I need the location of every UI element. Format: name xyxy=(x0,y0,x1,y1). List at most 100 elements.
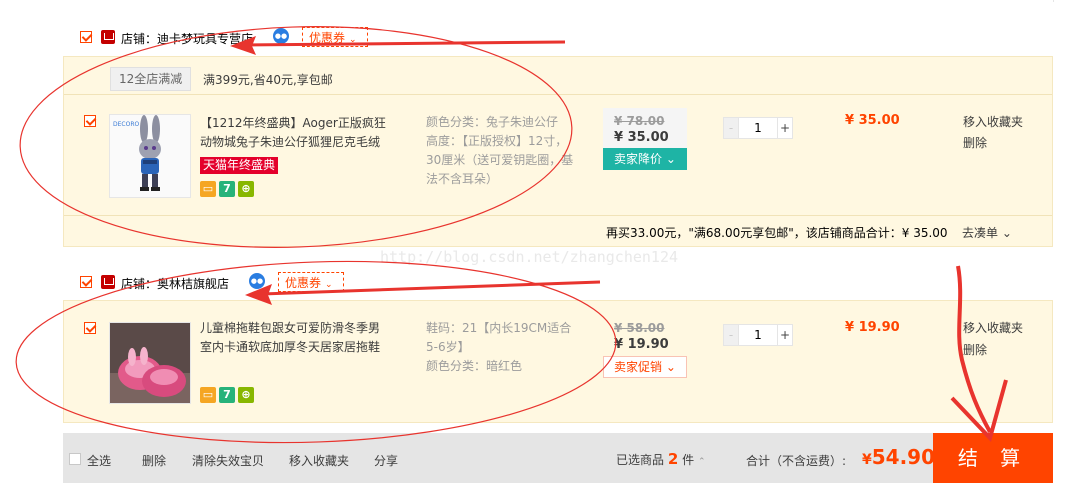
product-title[interactable]: 儿童棉拖鞋包跟女可爱防滑冬季男 室内卡通软底加厚冬天居家居拖鞋 xyxy=(200,319,380,357)
move-to-favorites-link[interactable]: 移入收藏夹 xyxy=(963,318,1023,338)
chevron-down-icon: ⌄ xyxy=(349,35,357,45)
wangwang-icon[interactable]: ●● xyxy=(273,28,289,44)
promotion-badge[interactable]: 卖家促销 ⌄ xyxy=(603,356,687,378)
service-icons: ▭ 7 ⊕ xyxy=(200,387,257,403)
share-link[interactable]: 分享 xyxy=(374,452,398,469)
store-header: 店铺：奥林桔旗舰店 xyxy=(121,275,229,292)
promo-text: 满399元,省40元,享包邮 xyxy=(203,73,333,87)
coupon-label: 优惠券 xyxy=(309,31,346,45)
sku-line: 30厘米（送可爱钥匙圈，基 xyxy=(426,153,574,167)
current-price: ¥ 19.90 xyxy=(614,337,669,352)
store-checkbox[interactable] xyxy=(80,276,92,288)
decrease-button[interactable]: - xyxy=(723,117,739,139)
total-currency: ¥ xyxy=(862,452,872,468)
quantity-stepper: - 1 + xyxy=(723,117,793,139)
seven-day-return-icon: 7 xyxy=(219,181,235,197)
sku-line: 高度：【正版授权】12寸， xyxy=(426,134,568,148)
move-to-favorites-bulk-link[interactable]: 移入收藏夹 xyxy=(289,452,349,469)
coupon-button[interactable]: 优惠券 ⌄ xyxy=(302,27,368,47)
product-title-line: 室内卡通软底加厚冬天居家居拖鞋 xyxy=(200,340,381,354)
delete-link[interactable]: 删除 xyxy=(963,340,987,360)
clear-invalid-link[interactable]: 清除失效宝贝 xyxy=(192,452,264,469)
chevron-down-icon: ⌄ xyxy=(665,360,676,374)
chevron-down-icon: ⌄ xyxy=(665,152,676,166)
sku-line: 5-6岁】 xyxy=(426,340,470,354)
sku-info: 鞋码：21【内长19CM适合 5-6岁】 颜色分类：暗红色 xyxy=(426,319,571,376)
store-header: 店铺：迪卡梦玩具专营店 xyxy=(121,30,253,47)
delete-selected-link[interactable]: 删除 xyxy=(142,452,166,469)
tmall-promo-tag: 天猫年终盛典 xyxy=(200,157,279,174)
delete-link[interactable]: 删除 xyxy=(963,133,987,153)
chevron-down-icon: ⌄ xyxy=(1001,226,1012,240)
top-divider xyxy=(63,0,1054,2)
product-title-line: 【1212年终盛典】Aoger正版疯狂 xyxy=(200,116,386,130)
divider xyxy=(64,215,1052,216)
selected-summary[interactable]: 已选商品 2 件 ⌃ xyxy=(616,450,706,468)
selected-label: 已选商品 xyxy=(616,453,665,467)
svg-text:DECORO: DECORO xyxy=(113,121,139,128)
select-all-checkbox[interactable] xyxy=(69,453,81,465)
original-price: ¥ 78.00 xyxy=(614,114,665,128)
add-on-link[interactable]: 去凑单 ⌄ xyxy=(962,224,1012,241)
sku-info: 颜色分类：兔子朱迪公仔 高度：【正版授权】12寸， 30厘米（送可爱钥匙圈，基 … xyxy=(426,113,573,189)
item-subtotal: ¥ 35.00 xyxy=(845,113,900,128)
annotation-arrow xyxy=(244,40,566,47)
quantity-input[interactable]: 1 xyxy=(739,324,777,346)
credit-card-icon: ▭ xyxy=(200,181,216,197)
select-all-label[interactable]: 全选 xyxy=(87,452,111,469)
total-price: ¥54.90 xyxy=(862,445,935,469)
total-label: 合计（不含运费）: xyxy=(746,454,847,468)
product-image-bunny[interactable]: DECORO xyxy=(109,114,191,198)
increase-button[interactable]: + xyxy=(777,117,793,139)
promo-tag: 12全店满减 xyxy=(110,67,192,91)
item-subtotal: ¥ 19.90 xyxy=(845,320,900,335)
sku-line: 法不含耳朵） xyxy=(426,172,499,186)
decrease-button[interactable]: - xyxy=(723,324,739,346)
add-on-label: 去凑单 xyxy=(962,226,999,240)
selected-unit: 件 xyxy=(682,453,695,467)
quantity-input[interactable]: 1 xyxy=(739,117,777,139)
selected-count: 2 xyxy=(667,450,679,468)
store-name-link[interactable]: 迪卡梦玩具专营店 xyxy=(157,32,253,46)
bunny-illustration: DECORO xyxy=(110,115,190,197)
wangwang-icon[interactable]: ●● xyxy=(249,273,265,289)
increase-button[interactable]: + xyxy=(777,324,793,346)
credit-card-icon: ▭ xyxy=(200,387,216,403)
store-name-link[interactable]: 奥林桔旗舰店 xyxy=(157,277,229,291)
quantity-stepper: - 1 + xyxy=(723,324,793,346)
store-checkbox[interactable] xyxy=(80,31,92,43)
item-checkbox[interactable] xyxy=(84,322,96,334)
chevron-up-icon: ⌃ xyxy=(697,457,706,467)
store-label: 店铺： xyxy=(121,277,158,291)
current-price: ¥ 35.00 xyxy=(614,130,669,145)
slipper-illustration xyxy=(110,323,190,403)
total-value: 54.90 xyxy=(871,445,936,469)
store-icon xyxy=(101,30,115,44)
coupon-button[interactable]: 优惠券 ⌄ xyxy=(278,272,344,292)
promotion-label: 卖家促销 xyxy=(614,360,663,374)
watermark: http://blog.csdn.net/zhangchen124 xyxy=(380,248,679,266)
coupon-label: 优惠券 xyxy=(285,276,322,290)
insurance-icon: ⊕ xyxy=(238,181,254,197)
product-image-slipper[interactable] xyxy=(109,322,191,404)
service-icons: ▭ 7 ⊕ xyxy=(200,181,257,197)
move-to-favorites-link[interactable]: 移入收藏夹 xyxy=(963,112,1023,132)
product-title[interactable]: 【1212年终盛典】Aoger正版疯狂 动物城兔子朱迪公仔狐狸尼克毛绒 xyxy=(200,114,386,152)
sku-line: 鞋码：21【内长19CM适合 xyxy=(426,321,572,335)
original-price: ¥ 58.00 xyxy=(614,321,665,335)
divider xyxy=(64,94,1052,95)
chevron-down-icon: ⌄ xyxy=(325,280,333,290)
store-label: 店铺： xyxy=(121,32,158,46)
item-checkbox[interactable] xyxy=(84,115,96,127)
sku-line: 颜色分类：兔子朱迪公仔 xyxy=(426,115,559,129)
product-title-line: 动物城兔子朱迪公仔狐狸尼克毛绒 xyxy=(200,135,381,149)
seven-day-return-icon: 7 xyxy=(219,387,235,403)
product-title-line: 儿童棉拖鞋包跟女可爱防滑冬季男 xyxy=(200,321,381,335)
insurance-icon: ⊕ xyxy=(238,387,254,403)
discount-badge[interactable]: 卖家降价 ⌄ xyxy=(603,148,687,170)
sku-line: 颜色分类：暗红色 xyxy=(426,359,523,373)
store-footer-text: 再买33.00元，"满68.00元享包邮"，该店铺商品合计：¥ 35.00 xyxy=(606,226,948,240)
discount-label: 卖家降价 xyxy=(614,152,663,166)
store-icon xyxy=(101,275,115,289)
checkout-button[interactable]: 结 算 xyxy=(933,433,1053,483)
